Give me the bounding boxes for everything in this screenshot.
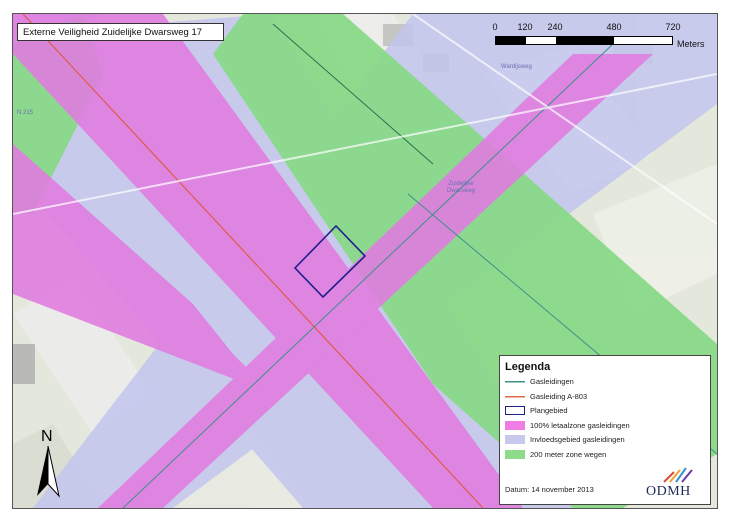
legend-item-label: Gasleidingen: [530, 377, 574, 387]
legend-swatch: [505, 406, 525, 416]
legend-item-label: Plangebied: [530, 406, 568, 416]
scale-tick-label: 120: [517, 22, 533, 32]
map-title: Externe Veiligheid Zuidelijke Dwarsweg 1…: [17, 23, 224, 41]
legend-item: 100% letaalzone gasleidingen: [505, 420, 705, 432]
scale-bar-segments: [495, 36, 673, 45]
legend-item: Gasleidingen: [505, 376, 705, 388]
legend-item-label: Invloedsgebied gasleidingen: [530, 435, 625, 445]
legend-swatch: [505, 449, 525, 459]
logo-text: ODMH: [646, 484, 691, 499]
scale-tick-label: 720: [665, 22, 681, 32]
place-label: N 215: [17, 110, 34, 116]
scale-tick-label: 240: [547, 22, 563, 32]
map-frame[interactable]: Externe Veiligheid Zuidelijke Dwarsweg 1…: [12, 13, 718, 509]
legend-swatch: [505, 435, 525, 445]
scale-tick-label: 480: [606, 22, 622, 32]
legend-title: Legenda: [505, 361, 551, 373]
legend-item-label: Gasleiding A-803: [530, 391, 588, 401]
scale-unit: Meters: [677, 39, 705, 49]
place-label: Wardijsweg: [501, 64, 532, 70]
legend-item: Invloedsgebied gasleidingen: [505, 434, 705, 446]
legend: Legenda Gasleidingen Gasleiding A-803 Plan…: [499, 355, 711, 505]
legend-item: 200 meter zone wegen: [505, 449, 705, 461]
north-arrow: N: [35, 428, 65, 498]
north-letter: N: [41, 428, 53, 445]
legend-item: Plangebied: [505, 405, 705, 417]
north-arrow-icon: [37, 446, 60, 498]
legend-swatch: [505, 420, 525, 430]
legend-date: Datum: 14 november 2013: [505, 485, 594, 494]
logo-mark-icon: [663, 467, 693, 483]
scale-bar: 0 120 240 480 720 Meters: [491, 22, 711, 62]
legend-item-label: 100% letaalzone gasleidingen: [530, 420, 630, 430]
odmh-logo: ODMH: [642, 466, 702, 500]
legend-item: Gasleiding A-803: [505, 391, 705, 403]
legend-items: Gasleidingen Gasleiding A-803 Plangebied 10…: [505, 376, 705, 460]
legend-swatch: [505, 377, 525, 387]
place-label: Zuidelijke Dwarsweg: [446, 181, 475, 194]
legend-swatch: [505, 391, 525, 401]
legend-item-label: 200 meter zone wegen: [530, 449, 607, 459]
scale-tick-label: 0: [492, 22, 498, 32]
